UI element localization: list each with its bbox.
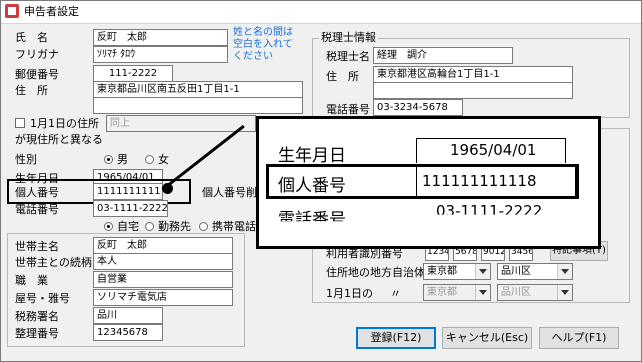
name-label: 氏 名 xyxy=(15,31,48,44)
address-field-2[interactable] xyxy=(93,97,303,114)
accountant-address-field-2[interactable] xyxy=(373,82,573,99)
current-city-select[interactable]: 品川区 xyxy=(497,263,573,280)
address-label: 住 所 xyxy=(15,84,48,97)
gender-male-radio[interactable] xyxy=(104,155,113,164)
furigana-field[interactable]: ｿﾘﾏﾁ ﾀﾛｳ xyxy=(93,46,228,63)
chevron-down-icon xyxy=(557,285,572,300)
jan1-address-checkbox[interactable] xyxy=(15,118,25,128)
current-prefecture-value: 東京都 xyxy=(427,266,457,277)
phone-home-label: 自宅 xyxy=(117,220,139,233)
accountant-phone-field[interactable]: 03-3234-5678 xyxy=(373,99,463,116)
current-prefecture-select[interactable]: 東京都 xyxy=(423,263,491,280)
phone-work-radio[interactable] xyxy=(145,222,154,231)
title-bar xyxy=(1,1,641,24)
accountant-address-field[interactable]: 東京都港区高輪台1丁目1-1 xyxy=(373,66,573,83)
relation-label: 世帯主との続柄 xyxy=(15,256,92,269)
phone-home-radio[interactable] xyxy=(104,222,113,231)
mynumber-field[interactable]: 111111111118 xyxy=(93,183,163,200)
gender-male-label: 男 xyxy=(117,153,128,166)
jan1-city-value: 品川区 xyxy=(501,287,531,298)
furigana-label: フリガナ xyxy=(15,48,59,61)
zip-label: 郵便番号 xyxy=(15,68,59,81)
taxoffice-field[interactable]: 品川 xyxy=(93,307,163,324)
jan1-city-select[interactable]: 品川区 xyxy=(497,284,573,301)
occupation-label: 職 業 xyxy=(15,274,48,287)
mynumber-label: 個人番号 xyxy=(15,186,59,199)
jan1-ditto-mark: 〃 xyxy=(390,287,401,300)
jan1-line2-label: が現住所と異なる xyxy=(15,133,103,146)
relation-field[interactable]: 本人 xyxy=(93,253,233,270)
chevron-down-icon xyxy=(475,264,490,279)
callout-pointer-dot xyxy=(162,183,173,194)
zoom-mynumber-value: 111111111118 xyxy=(422,172,537,190)
cancel-button[interactable]: キャンセル(Esc) xyxy=(442,327,532,349)
taxoffice-label: 税務署名 xyxy=(15,310,59,323)
shop-label: 屋号・雅号 xyxy=(15,292,70,305)
jan1-prefecture-select[interactable]: 東京都 xyxy=(423,284,491,301)
zoom-mynumber-label: 個人番号 xyxy=(278,176,346,196)
jan1-check-label: 1月1日の住所 xyxy=(30,117,99,130)
help-button[interactable]: ヘルプ(F1) xyxy=(539,327,619,349)
zoom-birth-label: 生年月日 xyxy=(278,146,346,166)
current-city-value: 品川区 xyxy=(501,266,531,277)
jan1-address-field[interactable]: 同上 xyxy=(106,115,256,132)
chevron-down-icon xyxy=(475,285,490,300)
accountant-group-title: 税理士情報 xyxy=(319,31,378,44)
chevron-down-icon xyxy=(557,264,572,279)
window-title: 申告者設定 xyxy=(24,5,79,18)
phone-mobile-radio[interactable] xyxy=(199,222,208,231)
current-municipality-label: 住所地の地方自治体 xyxy=(326,266,425,279)
address-field[interactable]: 東京都品川区南五反田1丁目1-1 xyxy=(93,81,303,98)
register-button[interactable]: 登録(F12) xyxy=(356,327,436,349)
shop-field[interactable]: ソリマチ電気店 xyxy=(93,289,233,306)
head-field[interactable]: 反町 太郎 xyxy=(93,237,233,254)
accountant-address-label: 住 所 xyxy=(326,70,359,83)
accountant-phone-label: 電話番号 xyxy=(326,103,370,116)
zip-field[interactable]: 111-2222 xyxy=(93,65,173,82)
gender-female-radio[interactable] xyxy=(145,155,154,164)
phone-label: 電話番号 xyxy=(15,203,59,216)
phone-work-label: 勤務先 xyxy=(158,220,191,233)
ref-label: 整理番号 xyxy=(15,327,59,340)
accountant-name-label: 税理士名 xyxy=(326,50,370,63)
head-label: 世帯主名 xyxy=(15,240,59,253)
jan1-prefecture-value: 東京都 xyxy=(427,287,457,298)
accountant-name-field[interactable]: 経理 調介 xyxy=(373,47,513,64)
app-icon xyxy=(5,4,19,18)
gender-label: 性別 xyxy=(15,153,37,166)
name-field[interactable]: 反町 太郎 xyxy=(93,29,228,46)
occupation-field[interactable]: 自営業 xyxy=(93,271,233,288)
ref-field[interactable]: 12345678 xyxy=(93,324,163,341)
gender-female-label: 女 xyxy=(158,153,169,166)
zoom-birth-value: 1965/04/01 xyxy=(450,141,537,159)
name-note: 姓と名の間は空白を入れてください xyxy=(233,27,293,62)
jan1-municipality-label: 1月1日の xyxy=(326,287,373,300)
phone-field[interactable]: 03-1111-2222 xyxy=(93,200,168,217)
phone-mobile-label: 携帯電話 xyxy=(212,220,256,233)
